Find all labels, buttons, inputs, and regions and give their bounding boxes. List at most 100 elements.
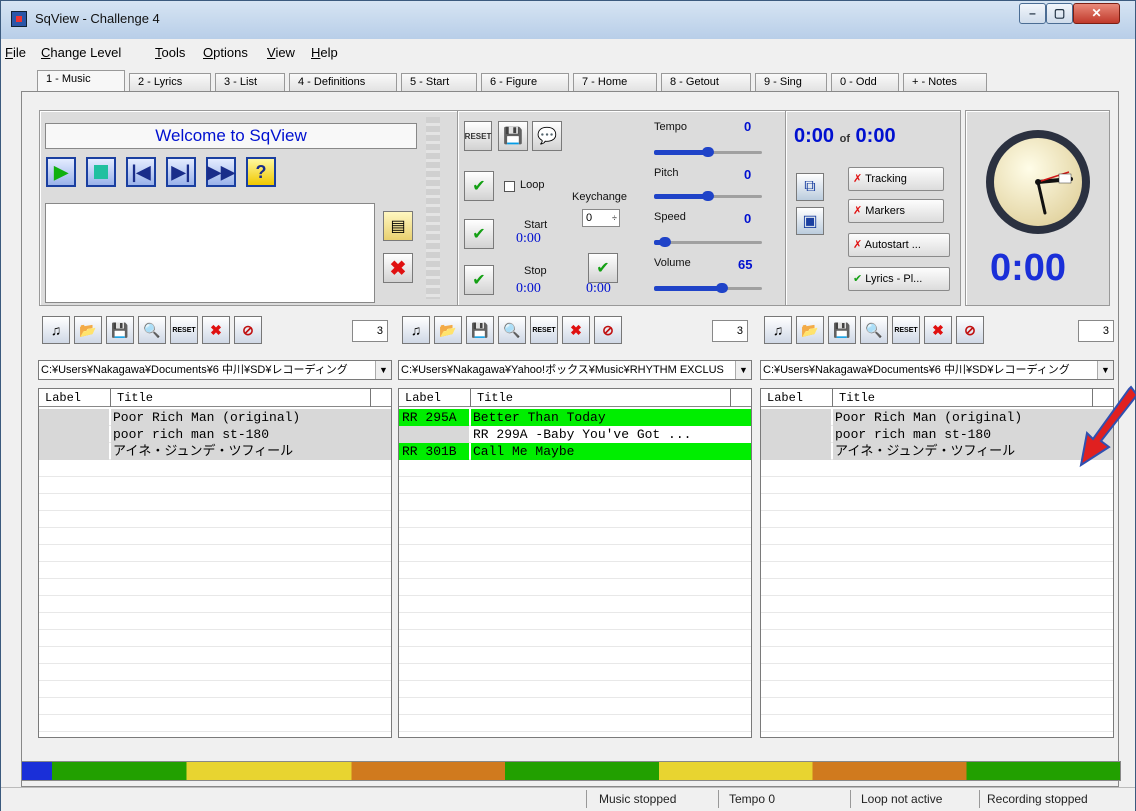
play-button[interactable]: ▶: [46, 157, 76, 187]
label-column-header[interactable]: Label: [761, 389, 833, 407]
open-folder-button[interactable]: 📂: [796, 316, 824, 344]
tab-notes[interactable]: + - Notes: [903, 73, 987, 91]
loop-check-button[interactable]: ✔: [464, 171, 494, 201]
markers-toggle[interactable]: ✗ Markers: [848, 199, 944, 223]
help-button[interactable]: ?: [246, 157, 276, 187]
list-item[interactable]: RR 299A -Baby You've Got ...: [399, 426, 751, 443]
tab-start[interactable]: 5 - Start: [401, 73, 477, 91]
list-item[interactable]: アイネ・ジュンデ・ツフィール: [761, 443, 1113, 460]
reset-list-button[interactable]: RESET: [892, 316, 920, 344]
save-button[interactable]: 💾: [498, 121, 528, 151]
tab-home[interactable]: 7 - Home: [573, 73, 657, 91]
chevron-down-icon[interactable]: ▼: [1097, 361, 1113, 379]
tab-odd[interactable]: 0 - Odd: [831, 73, 899, 91]
chevron-down-icon[interactable]: ▼: [735, 361, 751, 379]
pitch-slider[interactable]: [654, 191, 762, 201]
loop-checkbox[interactable]: [504, 181, 515, 192]
spin-arrows-icon[interactable]: ÷: [612, 210, 617, 226]
previous-button[interactable]: |◀: [126, 157, 156, 187]
list-item[interactable]: poor rich man st-180: [761, 426, 1113, 443]
tab-list[interactable]: 3 - List: [215, 73, 285, 91]
song-list[interactable]: Label Title Poor Rich Man (original) poor r…: [38, 388, 392, 738]
tempo-slider[interactable]: [654, 147, 762, 157]
menu-options[interactable]: Options: [203, 45, 248, 60]
folder-path-dropdown[interactable]: C:¥Users¥Nakagawa¥Documents¥6 中川¥SD¥レコーデ…: [38, 360, 392, 380]
analog-clock-icon: [986, 130, 1090, 234]
menu-help[interactable]: Help: [311, 45, 338, 60]
reset-list-button[interactable]: RESET: [530, 316, 558, 344]
tracking-toggle[interactable]: ✗ Tracking: [848, 167, 944, 191]
minimize-button[interactable]: –: [1019, 3, 1046, 24]
notes-button[interactable]: ▤: [383, 211, 413, 241]
info-textbox[interactable]: [45, 203, 375, 303]
delete-list-button[interactable]: ✖: [202, 316, 230, 344]
list-item[interactable]: poor rich man st-180: [39, 426, 391, 443]
clear-button[interactable]: ⊘: [594, 316, 622, 344]
save-list-button[interactable]: 💾: [466, 316, 494, 344]
lyrics-toggle[interactable]: ✔ Lyrics - Pl...: [848, 267, 950, 291]
chevron-down-icon[interactable]: ▼: [375, 361, 391, 379]
tab-music[interactable]: 1 - Music: [37, 70, 125, 91]
red-x-icon: ✖: [932, 321, 944, 338]
save-list-button[interactable]: 💾: [828, 316, 856, 344]
stop-button[interactable]: [86, 157, 116, 187]
title-column-header[interactable]: Title: [471, 389, 731, 407]
delete-button[interactable]: ✖: [383, 253, 413, 283]
speed-slider[interactable]: [654, 237, 762, 247]
volume-slider[interactable]: [654, 283, 762, 293]
tab-getout[interactable]: 8 - Getout: [661, 73, 751, 91]
start-check-button[interactable]: ✔: [464, 219, 494, 249]
song-list[interactable]: Label Title RR 295A Better Than Today RR 299…: [398, 388, 752, 738]
menu-tools[interactable]: Tools: [155, 45, 185, 60]
reset-button[interactable]: RESET: [464, 121, 492, 151]
display-button[interactable]: ▣: [796, 207, 824, 235]
tab-definitions[interactable]: 4 - Definitions: [289, 73, 397, 91]
tab-figure[interactable]: 6 - Figure: [481, 73, 569, 91]
song-list[interactable]: Label Title Poor Rich Man (original) poor r…: [760, 388, 1114, 738]
label-column-header[interactable]: Label: [39, 389, 111, 407]
music-file-icon: ♫: [50, 322, 62, 338]
maximize-button[interactable]: ▢: [1046, 3, 1073, 24]
fast-forward-button[interactable]: ▶▶: [206, 157, 236, 187]
list-item[interactable]: Poor Rich Man (original): [761, 409, 1113, 426]
song-progress-bar[interactable]: [21, 761, 1121, 781]
reset-list-button[interactable]: RESET: [170, 316, 198, 344]
tab-sing[interactable]: 9 - Sing: [755, 73, 827, 91]
search-button[interactable]: 🔍: [498, 316, 526, 344]
delete-list-button[interactable]: ✖: [562, 316, 590, 344]
folder-path-dropdown[interactable]: C:¥Users¥Nakagawa¥Documents¥6 中川¥SD¥レコーデ…: [760, 360, 1114, 380]
list-item[interactable]: RR 301B Call Me Maybe: [399, 443, 751, 460]
keychange-spinner[interactable]: 0 ÷: [582, 209, 620, 227]
speech-button[interactable]: 💬: [532, 121, 562, 151]
menu-change-level[interactable]: Change Level: [41, 45, 121, 60]
open-folder-button[interactable]: 📂: [74, 316, 102, 344]
tab-lyrics[interactable]: 2 - Lyrics: [129, 73, 211, 91]
next-button[interactable]: ▶|: [166, 157, 196, 187]
keychange-apply-button[interactable]: ✔: [588, 253, 618, 283]
of-label: of: [839, 133, 850, 145]
open-folder-button[interactable]: 📂: [434, 316, 462, 344]
close-button[interactable]: ✕: [1073, 3, 1120, 24]
list-item[interactable]: RR 295A Better Than Today: [399, 409, 751, 426]
music-file-button[interactable]: ♫: [402, 316, 430, 344]
menu-view[interactable]: View: [267, 45, 295, 60]
title-column-header[interactable]: Title: [111, 389, 371, 407]
save-list-button[interactable]: 💾: [106, 316, 134, 344]
search-button[interactable]: 🔍: [860, 316, 888, 344]
title-column-header[interactable]: Title: [833, 389, 1093, 407]
row-label: RR 295A: [399, 409, 469, 426]
label-column-header[interactable]: Label: [399, 389, 471, 407]
music-file-button[interactable]: ♫: [764, 316, 792, 344]
menu-file[interactable]: File: [5, 45, 26, 60]
list-item[interactable]: アイネ・ジュンデ・ツフィール: [39, 443, 391, 460]
search-button[interactable]: 🔍: [138, 316, 166, 344]
sync-button[interactable]: ⧉: [796, 173, 824, 201]
clear-button[interactable]: ⊘: [234, 316, 262, 344]
stop-check-button[interactable]: ✔: [464, 265, 494, 295]
list-item[interactable]: Poor Rich Man (original): [39, 409, 391, 426]
music-file-button[interactable]: ♫: [42, 316, 70, 344]
folder-path-dropdown[interactable]: C:¥Users¥Nakagawa¥Yahoo!ボックス¥Music¥RHYTH…: [398, 360, 752, 380]
autostart-toggle[interactable]: ✗ Autostart ...: [848, 233, 950, 257]
delete-list-button[interactable]: ✖: [924, 316, 952, 344]
clear-button[interactable]: ⊘: [956, 316, 984, 344]
